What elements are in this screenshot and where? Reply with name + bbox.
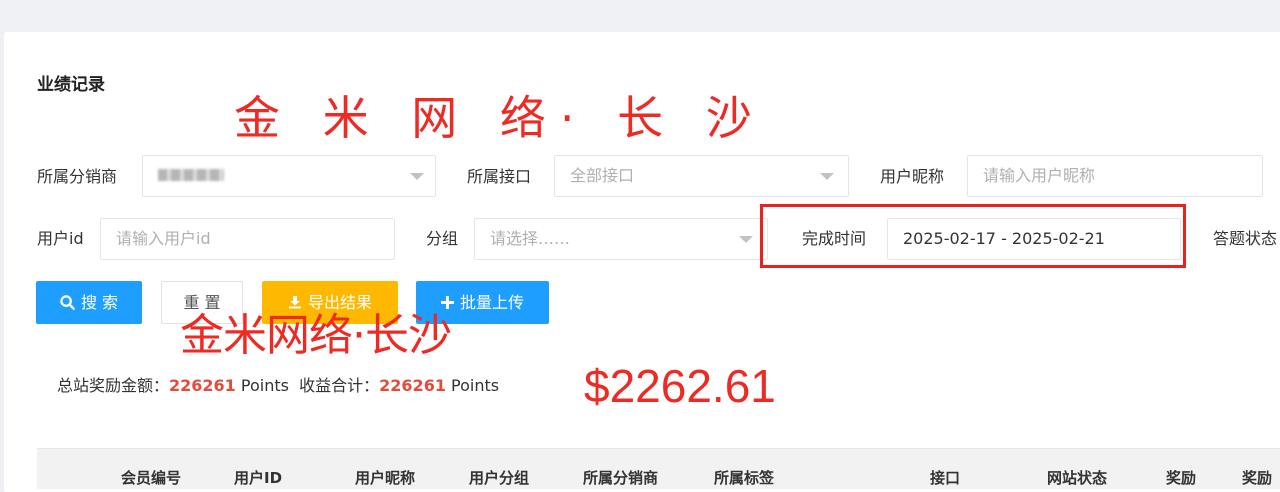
interface-select[interactable]: 全部接口 <box>554 155 849 197</box>
table-header-cell: 会员编号 <box>121 469 182 487</box>
nickname-label: 用户昵称 <box>880 167 945 186</box>
userid-label: 用户id <box>37 229 84 248</box>
chevron-down-icon <box>739 236 753 243</box>
distributor-select[interactable] <box>142 155 436 197</box>
chevron-down-icon <box>410 173 424 180</box>
table-header-cell: 用户ID <box>234 469 283 487</box>
watermark-text-small: 金米网络·长沙 <box>180 310 452 361</box>
table-header-cell: 用户分组 <box>469 469 530 487</box>
userid-placeholder: 请输入用户id <box>116 229 211 248</box>
table-header-cell: 用户昵称 <box>355 469 416 487</box>
userid-input[interactable]: 请输入用户id <box>100 218 395 260</box>
page-title: 业绩记录 <box>37 75 105 95</box>
group-select[interactable]: 请选择…… <box>474 218 768 260</box>
answer-status-label: 答题状态 <box>1213 229 1278 248</box>
group-label: 分组 <box>426 229 459 248</box>
watermark-text-large: 金 米 网 络· 长 沙 <box>234 91 766 145</box>
chevron-down-icon <box>820 173 834 180</box>
income-unit: Points <box>451 376 500 395</box>
download-icon <box>288 296 301 309</box>
table-header-cell: 奖励 <box>1166 469 1197 487</box>
nickname-input[interactable]: 请输入用户昵称 <box>967 155 1263 197</box>
interface-value: 全部接口 <box>570 166 635 185</box>
distributor-label: 所属分销商 <box>37 167 118 186</box>
redacted-value <box>158 169 224 181</box>
search-button-label: 搜 索 <box>80 293 119 312</box>
table-header-cell: 奖励 <box>1242 469 1273 487</box>
table-header-cell: 网站状态 <box>1047 469 1108 487</box>
plus-icon <box>440 295 454 309</box>
income-value: 226261 <box>379 376 446 395</box>
income-label: 收益合计： <box>299 376 380 395</box>
table-header-cell: 接口 <box>930 469 961 487</box>
table-header-cell: 所属分销商 <box>583 469 659 487</box>
total-unit: Points <box>240 376 289 395</box>
total-label: 总站奖励金额： <box>57 376 170 395</box>
price-overlay: $2262.61 <box>584 360 776 412</box>
time-highlight-box <box>760 204 1186 268</box>
interface-label: 所属接口 <box>467 167 532 186</box>
group-placeholder: 请选择…… <box>490 229 571 248</box>
nickname-placeholder: 请输入用户昵称 <box>983 166 1096 185</box>
total-value: 226261 <box>169 376 236 395</box>
batch-upload-button-label: 批量上传 <box>459 293 524 312</box>
search-icon <box>60 294 75 310</box>
table-header-cell: 所属标签 <box>714 469 775 487</box>
table-header: 会员编号 用户ID 用户昵称 用户分组 所属分销商 所属标签 接口 网站状态 奖… <box>37 448 1280 489</box>
search-button[interactable]: 搜 索 <box>36 281 142 324</box>
summary-line: 总站奖励金额：226261 Points 收益合计：226261 Points <box>57 376 499 396</box>
